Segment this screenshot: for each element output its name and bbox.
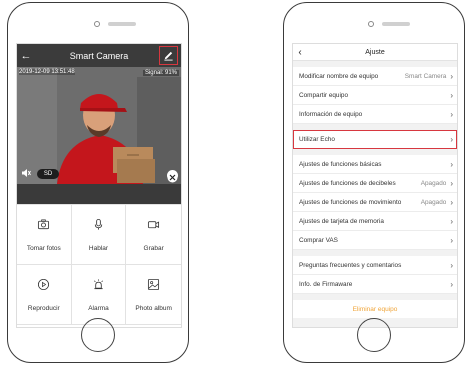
playback-button[interactable]: Reproducir bbox=[17, 265, 72, 325]
record-label: Grabar bbox=[143, 244, 164, 252]
settings-row-echo[interactable]: Utilizar Echo › bbox=[293, 130, 457, 149]
talk-label: Hablar bbox=[88, 244, 109, 252]
settings-header: ‹ Ajuste bbox=[293, 44, 457, 61]
alarm-icon bbox=[92, 278, 105, 296]
settings-row-rename[interactable]: Modificar nombre de equipo Smart Camera … bbox=[293, 67, 457, 86]
speaker-mute-icon[interactable] bbox=[21, 168, 31, 180]
chevron-right-icon: › bbox=[450, 109, 453, 119]
photo-album-label: Photo album bbox=[135, 304, 172, 312]
settings-row-label: Preguntas frecuentes y comentarios bbox=[299, 261, 402, 269]
edit-pen-icon[interactable] bbox=[159, 46, 178, 65]
chevron-right-icon: › bbox=[450, 197, 453, 207]
alarm-button[interactable]: Alarma bbox=[71, 265, 127, 325]
camera-header: ← Smart Camera bbox=[17, 44, 181, 67]
settings-row-label: Utilizar Echo bbox=[299, 135, 335, 143]
left-phone: ← Smart Camera 2019-12-09 13:51:48 Signa… bbox=[7, 2, 189, 363]
settings-row-label: Ajustes de funciones de decibeles bbox=[299, 179, 396, 187]
quality-toggle[interactable]: SD bbox=[37, 169, 59, 179]
settings-row-share[interactable]: Compartir equipo › bbox=[293, 86, 457, 105]
settings-row-label: Ajustes de funciones básicas bbox=[299, 160, 382, 168]
video-record-icon bbox=[147, 218, 160, 236]
video-feed[interactable]: 2019-12-09 13:51:48 Signal: 91% SD bbox=[17, 67, 181, 184]
playback-label: Reproducir bbox=[27, 304, 60, 312]
chevron-right-icon: › bbox=[450, 134, 453, 144]
delivery-person-image bbox=[17, 67, 181, 184]
camera-screen: ← Smart Camera 2019-12-09 13:51:48 Signa… bbox=[16, 43, 182, 328]
settings-row-label: Info. de Firmaware bbox=[299, 280, 353, 288]
fullscreen-rotate-icon[interactable] bbox=[167, 170, 178, 183]
talk-button[interactable]: Hablar bbox=[71, 205, 127, 265]
settings-row-memory-card[interactable]: Ajustes de tarjeta de memoria › bbox=[293, 212, 457, 231]
stage: ← Smart Camera 2019-12-09 13:51:48 Signa… bbox=[0, 0, 468, 365]
phone-speaker bbox=[382, 22, 410, 26]
video-timestamp: 2019-12-09 13:51:48 bbox=[19, 69, 75, 75]
record-button[interactable]: Grabar bbox=[126, 205, 181, 265]
signal-strength: Signal: 91% bbox=[142, 70, 179, 76]
take-photo-button[interactable]: Tomar fotos bbox=[17, 205, 72, 265]
settings-row-motion[interactable]: Ajustes de funciones de movimiento Apaga… bbox=[293, 193, 457, 212]
chevron-right-icon: › bbox=[450, 159, 453, 169]
settings-row-buy-vas[interactable]: Comprar VAS › bbox=[293, 231, 457, 250]
back-chevron-icon[interactable]: ‹ bbox=[293, 47, 307, 58]
photo-album-icon bbox=[147, 278, 160, 296]
back-arrow-icon[interactable]: ← bbox=[17, 50, 35, 62]
home-button[interactable] bbox=[81, 318, 115, 352]
chevron-right-icon: › bbox=[450, 279, 453, 289]
right-phone: ‹ Ajuste Modificar nombre de equipo Smar… bbox=[283, 2, 465, 363]
action-grid: Tomar fotos Hablar Grabar Reproducir Ala… bbox=[17, 204, 181, 325]
settings-row-value: Smart Camera bbox=[404, 72, 447, 80]
take-photo-label: Tomar fotos bbox=[26, 244, 61, 252]
microphone-icon bbox=[92, 218, 105, 236]
chevron-right-icon: › bbox=[450, 71, 453, 81]
settings-row-decibel[interactable]: Ajustes de funciones de decibeles Apagad… bbox=[293, 174, 457, 193]
chevron-right-icon: › bbox=[450, 235, 453, 245]
settings-row-faq[interactable]: Preguntas frecuentes y comentarios › bbox=[293, 256, 457, 275]
settings-row-label: Compartir equipo bbox=[299, 91, 349, 99]
settings-title: Ajuste bbox=[365, 48, 385, 56]
photo-album-button[interactable]: Photo album bbox=[126, 265, 181, 325]
chevron-right-icon: › bbox=[450, 178, 453, 188]
play-icon bbox=[37, 278, 50, 296]
chevron-right-icon: › bbox=[450, 260, 453, 270]
settings-row-label: Comprar VAS bbox=[299, 236, 338, 244]
settings-screen: ‹ Ajuste Modificar nombre de equipo Smar… bbox=[292, 43, 458, 328]
video-controls: SD bbox=[21, 168, 59, 180]
phone-camera-dot bbox=[368, 21, 374, 27]
settings-row-label: Modificar nombre de equipo bbox=[299, 72, 379, 80]
camera-title: Smart Camera bbox=[69, 50, 129, 61]
settings-row-device-info[interactable]: Información de equipo › bbox=[293, 105, 457, 124]
settings-row-firmware[interactable]: Info. de Firmaware › bbox=[293, 275, 457, 294]
alarm-label: Alarma bbox=[88, 304, 109, 312]
chevron-right-icon: › bbox=[450, 90, 453, 100]
chevron-right-icon: › bbox=[450, 216, 453, 226]
home-button[interactable] bbox=[357, 318, 391, 352]
delete-device-button[interactable]: Eliminar equipo bbox=[293, 300, 457, 318]
settings-row-label: Información de equipo bbox=[299, 110, 363, 118]
settings-row-value: Apagado bbox=[420, 179, 447, 187]
phone-speaker bbox=[108, 22, 136, 26]
settings-row-label: Ajustes de funciones de movimiento bbox=[299, 198, 402, 206]
camera-icon bbox=[37, 218, 50, 236]
video-bottom-bar bbox=[17, 184, 181, 204]
settings-row-value: Apagado bbox=[420, 198, 447, 206]
phone-camera-dot bbox=[94, 21, 100, 27]
settings-row-basic[interactable]: Ajustes de funciones básicas › bbox=[293, 155, 457, 174]
settings-row-label: Ajustes de tarjeta de memoria bbox=[299, 217, 384, 225]
